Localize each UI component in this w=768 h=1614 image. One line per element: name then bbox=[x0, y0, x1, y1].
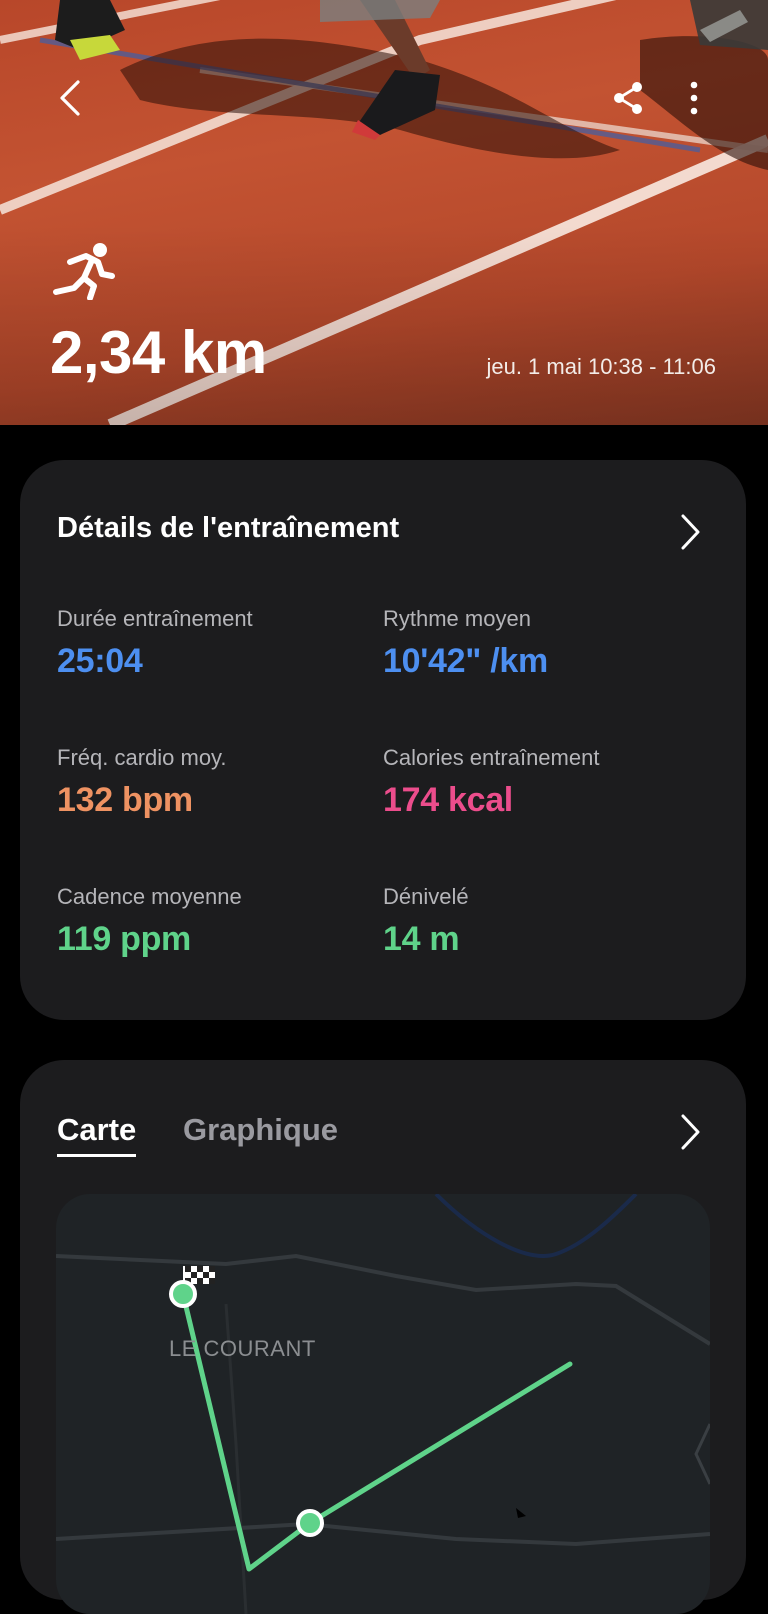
start-marker bbox=[169, 1280, 197, 1308]
workout-datetime: jeu. 1 mai 10:38 - 11:06 bbox=[486, 354, 716, 379]
stat-label: Cadence moyenne bbox=[57, 884, 242, 909]
tab-graph[interactable]: Graphique bbox=[183, 1112, 338, 1154]
stat-value: 174 kcal bbox=[383, 781, 513, 819]
workout-hero-image: 2,34 km jeu. 1 mai 10:38 - 11:06 bbox=[0, 0, 768, 425]
stat-pace: Rythme moyen 10'42" /km bbox=[383, 606, 548, 681]
workout-distance: 2,34 km bbox=[50, 319, 267, 386]
details-open-button[interactable] bbox=[668, 508, 712, 556]
route-map[interactable]: LE COURANT bbox=[56, 1194, 710, 1614]
km-marker bbox=[296, 1509, 324, 1537]
stat-value: 10'42" /km bbox=[383, 642, 548, 680]
stat-value: 119 ppm bbox=[57, 920, 191, 958]
back-button[interactable] bbox=[42, 70, 98, 126]
stat-label: Fréq. cardio moy. bbox=[57, 745, 227, 770]
more-options-button[interactable] bbox=[666, 70, 722, 126]
stat-calories: Calories entraînement 174 kcal bbox=[383, 745, 599, 820]
stat-label: Rythme moyen bbox=[383, 606, 531, 631]
running-icon bbox=[53, 243, 115, 300]
stat-value: 14 m bbox=[383, 920, 460, 958]
tab-map[interactable]: Carte bbox=[57, 1112, 137, 1157]
map-place-label: LE COURANT bbox=[169, 1336, 316, 1361]
stat-heart-rate: Fréq. cardio moy. 132 bpm bbox=[57, 745, 227, 820]
chevron-right-icon bbox=[681, 1114, 700, 1150]
map-chart-card: Carte Graphique LE COURANT bbox=[20, 1060, 746, 1614]
share-button[interactable] bbox=[600, 70, 656, 126]
stat-elevation: Dénivelé 14 m bbox=[383, 884, 469, 959]
chevron-right-icon bbox=[681, 514, 700, 550]
route-map-graphic bbox=[56, 1194, 710, 1614]
card-title: Détails de l'entraînement bbox=[57, 512, 400, 544]
map-open-button[interactable] bbox=[668, 1108, 712, 1156]
share-icon bbox=[614, 82, 642, 114]
stat-value: 25:04 bbox=[57, 642, 143, 680]
stat-value: 132 bpm bbox=[57, 781, 193, 819]
back-arrow-icon bbox=[60, 80, 80, 116]
stat-label: Durée entraînement bbox=[57, 606, 253, 631]
stat-duration: Durée entraînement 25:04 bbox=[57, 606, 253, 681]
more-vertical-icon bbox=[690, 81, 698, 115]
workout-details-card[interactable]: Détails de l'entraînement Durée entraîne… bbox=[20, 460, 746, 1020]
stat-cadence: Cadence moyenne 119 ppm bbox=[57, 884, 242, 959]
stat-label: Calories entraînement bbox=[383, 745, 600, 770]
stat-label: Dénivelé bbox=[383, 884, 469, 909]
